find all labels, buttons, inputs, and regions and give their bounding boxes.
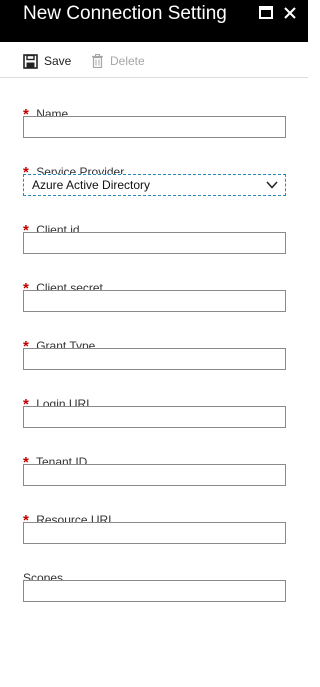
close-icon [284,7,296,19]
trash-icon [92,54,103,68]
client-secret-input[interactable] [23,290,286,312]
delete-label: Delete [110,54,145,68]
service-provider-field-group: * Service Provider Azure Active Director… [23,164,286,196]
save-label: Save [44,54,72,68]
resource-url-input[interactable] [23,522,286,544]
client-secret-field-group: * Client secret [23,280,286,312]
command-toolbar: Save Delete [0,42,308,78]
tenant-id-input[interactable] [23,464,286,486]
client-id-field-group: * Client id [23,222,286,254]
title-bar: New Connection Setting [0,0,308,42]
login-url-input[interactable] [23,406,286,428]
save-disk-icon [23,53,38,69]
name-input[interactable] [23,116,286,138]
maximize-icon [259,6,273,19]
client-id-input[interactable] [23,232,286,254]
login-url-field-group: * Login URL [23,396,286,428]
grant-type-input[interactable] [23,348,286,370]
resource-url-field-group: * Resource URL [23,512,286,544]
tenant-id-field-group: * Tenant ID [23,454,286,486]
window-title: New Connection Setting [23,3,227,24]
chevron-down-icon [266,181,278,189]
close-button[interactable] [283,6,297,20]
service-provider-selected: Azure Active Directory [32,178,151,192]
delete-button[interactable]: Delete [91,52,145,70]
name-field-group: * Name [23,106,286,138]
grant-type-field-group: * Grant Type [23,338,286,370]
scopes-field-group: Scopes [23,570,286,602]
service-provider-dropdown[interactable]: Azure Active Directory [23,174,286,196]
save-button[interactable]: Save [23,52,71,70]
scopes-input[interactable] [23,580,286,602]
maximize-button[interactable] [259,6,273,20]
